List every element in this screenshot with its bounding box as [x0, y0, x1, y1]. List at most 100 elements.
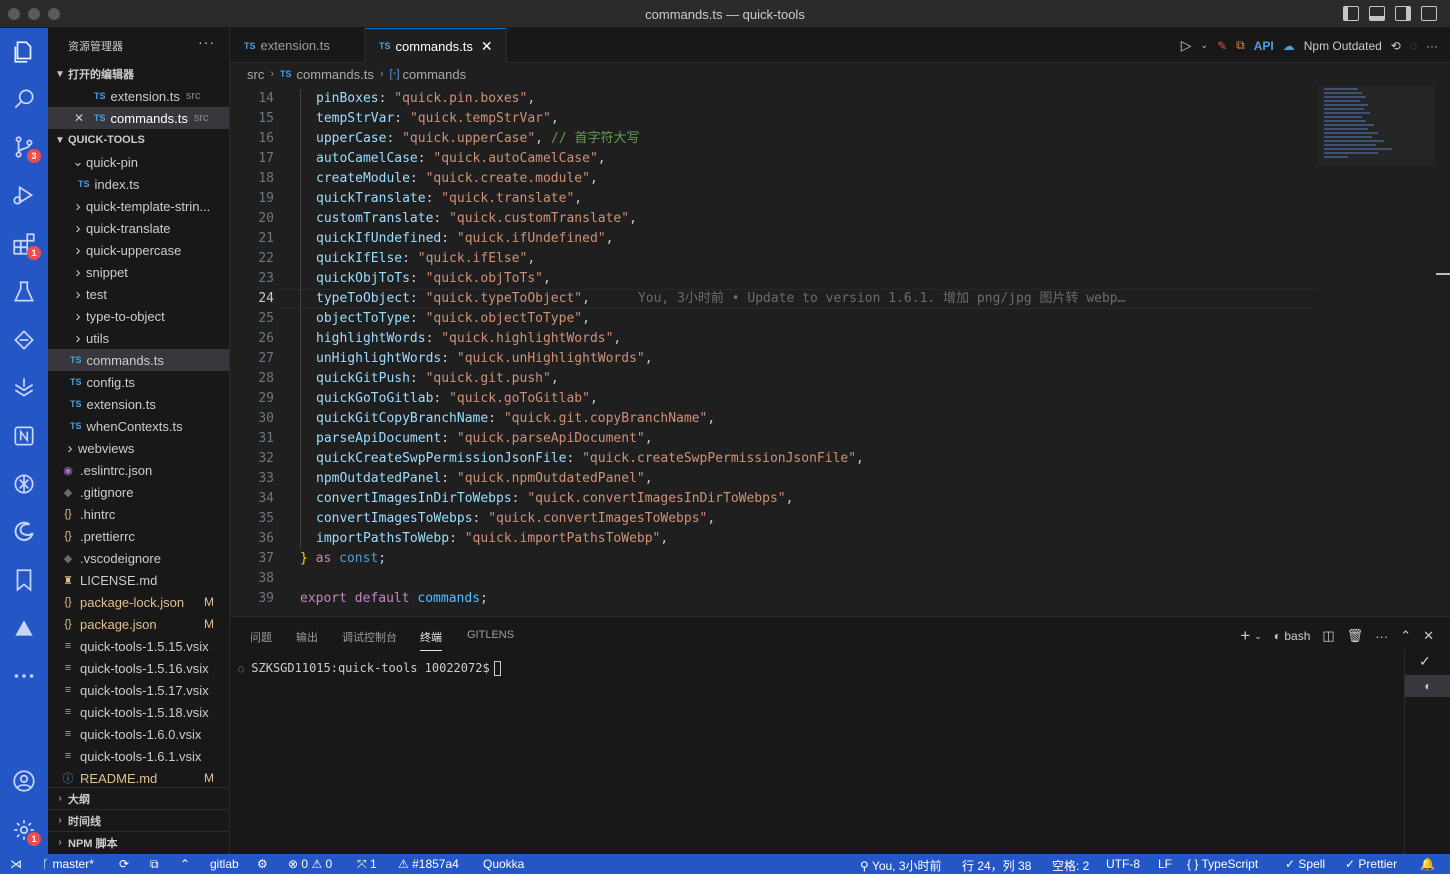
breadcrumb-folder[interactable]: src	[247, 67, 264, 82]
tree-folder[interactable]: › test	[48, 283, 229, 305]
open-changes-icon[interactable]: ◌	[1410, 39, 1417, 53]
scrollbar-position-marker[interactable]	[1436, 273, 1450, 275]
chevron-down-icon[interactable]: ⌄	[1201, 40, 1209, 51]
copy-icon[interactable]: ⧉	[150, 857, 159, 872]
search-icon[interactable]	[0, 79, 48, 119]
git-compare-icon[interactable]: ⟲	[1391, 39, 1401, 53]
cursor-position[interactable]: 行 24，列 38	[962, 857, 1031, 874]
cloud-icon[interactable]: ☁	[1283, 39, 1295, 53]
tab-extension-ts[interactable]: TS extension.ts	[230, 28, 365, 63]
problems-indicator[interactable]: ⊗ 0 ⚠ 0	[288, 857, 332, 871]
run-icon[interactable]: ▷	[1181, 37, 1192, 54]
terminal[interactable]: ○ SZKSGD11015:quick-tools 10022072$	[238, 661, 501, 676]
prettier-status[interactable]: ✓ Prettier	[1345, 857, 1397, 871]
notifications-bell-icon[interactable]: 🔔	[1420, 857, 1435, 871]
run-debug-icon[interactable]	[0, 175, 48, 215]
notion-icon[interactable]	[0, 416, 48, 456]
more-actions-icon[interactable]: ···	[1375, 629, 1388, 644]
tree-file[interactable]: TS index.ts	[48, 173, 229, 195]
api-icon[interactable]: API	[1254, 39, 1274, 53]
open-editor-item[interactable]: ✕ TS commands.ts src	[48, 107, 229, 129]
quokka-icon[interactable]	[0, 608, 48, 648]
tree-file[interactable]: TS whenContexts.ts	[48, 415, 229, 437]
tree-file[interactable]: {} package.json M	[48, 613, 229, 635]
tab-commands-ts[interactable]: TS commands.ts ✕	[365, 28, 507, 63]
tree-file[interactable]: ♜ LICENSE.md	[48, 569, 229, 591]
bash-terminal-item[interactable]: ◐	[1405, 675, 1450, 697]
tree-folder[interactable]: › utils	[48, 327, 229, 349]
tree-file[interactable]: ⓘ README.md M	[48, 767, 229, 789]
more-icon[interactable]	[0, 656, 48, 696]
tree-folder[interactable]: › snippet	[48, 261, 229, 283]
tree-file[interactable]: ◆ .vscodeignore	[48, 547, 229, 569]
edge-icon[interactable]	[0, 512, 48, 552]
breadcrumb-symbol[interactable]: commands	[403, 67, 467, 82]
tree-file[interactable]: ≡ quick-tools-1.5.16.vsix	[48, 657, 229, 679]
close-tab-icon[interactable]: ✕	[481, 38, 493, 55]
toggle-panel-icon[interactable]	[1369, 6, 1385, 21]
quokka-button[interactable]: Quokka	[483, 857, 524, 871]
npm-outdated-button[interactable]: Npm Outdated	[1304, 39, 1382, 53]
tree-file[interactable]: TS extension.ts	[48, 393, 229, 415]
settings-gear-icon[interactable]: 1	[0, 810, 48, 850]
tree-file[interactable]: {} package-lock.json M	[48, 591, 229, 613]
stack-icon[interactable]	[0, 368, 48, 408]
tree-file[interactable]: TS commands.ts	[48, 349, 229, 371]
remote-explorer-icon[interactable]	[0, 320, 48, 360]
tree-folder[interactable]: › webviews	[48, 437, 229, 459]
tree-folder[interactable]: › quick-translate	[48, 217, 229, 239]
new-terminal-icon[interactable]: +	[1240, 626, 1250, 646]
tree-file[interactable]: ≡ quick-tools-1.5.17.vsix	[48, 679, 229, 701]
close-panel-icon[interactable]: ✕	[1423, 628, 1434, 644]
panel-tab[interactable]: GITLENS	[467, 629, 514, 641]
panel-tab[interactable]: 终端	[420, 629, 442, 651]
terminal-shell[interactable]: ◐ bash	[1274, 629, 1311, 643]
accounts-icon[interactable]	[0, 761, 48, 801]
panel-tab[interactable]: 调试控制台	[342, 629, 397, 645]
tree-file[interactable]: ◆ .gitignore	[48, 481, 229, 503]
tree-file[interactable]: {} .hintrc	[48, 503, 229, 525]
check-icon[interactable]: ✓	[1419, 653, 1431, 670]
tree-file[interactable]: ≡ quick-tools-1.5.15.vsix	[48, 635, 229, 657]
testing-icon[interactable]	[0, 272, 48, 312]
gitlab-label[interactable]: gitlab	[210, 857, 239, 871]
more-actions-icon[interactable]: ···	[198, 34, 215, 50]
npm-scripts-section[interactable]: › NPM 脚本	[48, 831, 229, 853]
chatgpt-icon[interactable]	[0, 464, 48, 504]
explorer-icon[interactable]	[0, 32, 48, 72]
git-graph-icon[interactable]: ⚙	[257, 857, 268, 871]
chevron-down-icon[interactable]: ⌄	[1254, 631, 1262, 642]
timeline-section[interactable]: › 时间线	[48, 809, 229, 831]
language-mode[interactable]: { } TypeScript	[1187, 857, 1258, 871]
project-header[interactable]: ▼ QUICK-TOOLS	[48, 129, 229, 151]
customize-layout-icon[interactable]	[1421, 6, 1437, 21]
pin-icon[interactable]: ✎	[1217, 39, 1227, 53]
tree-folder[interactable]: ⌄ quick-pin	[48, 151, 229, 173]
extensions-icon[interactable]: 1	[0, 224, 48, 264]
image-convert-icon[interactable]: ⧉	[1236, 38, 1245, 53]
spell-check[interactable]: ✓ Spell	[1285, 857, 1325, 871]
toggle-secondary-sidebar-icon[interactable]	[1395, 6, 1411, 21]
panel-tab[interactable]: 输出	[296, 629, 318, 645]
tree-file[interactable]: ◉ .eslintrc.json	[48, 459, 229, 481]
code-editor[interactable]: 14 pinBoxes: "quick.pin.boxes", 15 tempStrV…	[230, 85, 1450, 616]
tree-file[interactable]: ≡ quick-tools-1.6.1.vsix	[48, 745, 229, 767]
breadcrumb-file[interactable]: commands.ts	[297, 67, 374, 82]
close-icon[interactable]: ✕	[74, 111, 94, 125]
split-terminal-icon[interactable]: ◫	[1322, 628, 1334, 644]
open-editors-header[interactable]: ▼ 打开的编辑器	[48, 63, 229, 85]
outline-section[interactable]: › 大纲	[48, 787, 229, 809]
blame-indicator[interactable]: ⚲ You, 3小时前	[860, 857, 942, 874]
source-control-icon[interactable]: 3	[0, 127, 48, 167]
tree-folder[interactable]: › quick-uppercase	[48, 239, 229, 261]
end-of-line[interactable]: LF	[1158, 857, 1172, 871]
gitlab-icon[interactable]: ⌃	[180, 857, 190, 871]
indentation[interactable]: 空格: 2	[1052, 857, 1089, 874]
encoding[interactable]: UTF-8	[1106, 857, 1140, 871]
tree-file[interactable]: {} .prettierrc	[48, 525, 229, 547]
bookmark-icon[interactable]	[0, 560, 48, 600]
ports-indicator[interactable]: ⤧ 1	[357, 857, 377, 872]
open-editor-item[interactable]: TS extension.ts src	[48, 85, 229, 107]
tree-folder[interactable]: › quick-template-strin...	[48, 195, 229, 217]
panel-tab[interactable]: 问题	[250, 629, 272, 645]
